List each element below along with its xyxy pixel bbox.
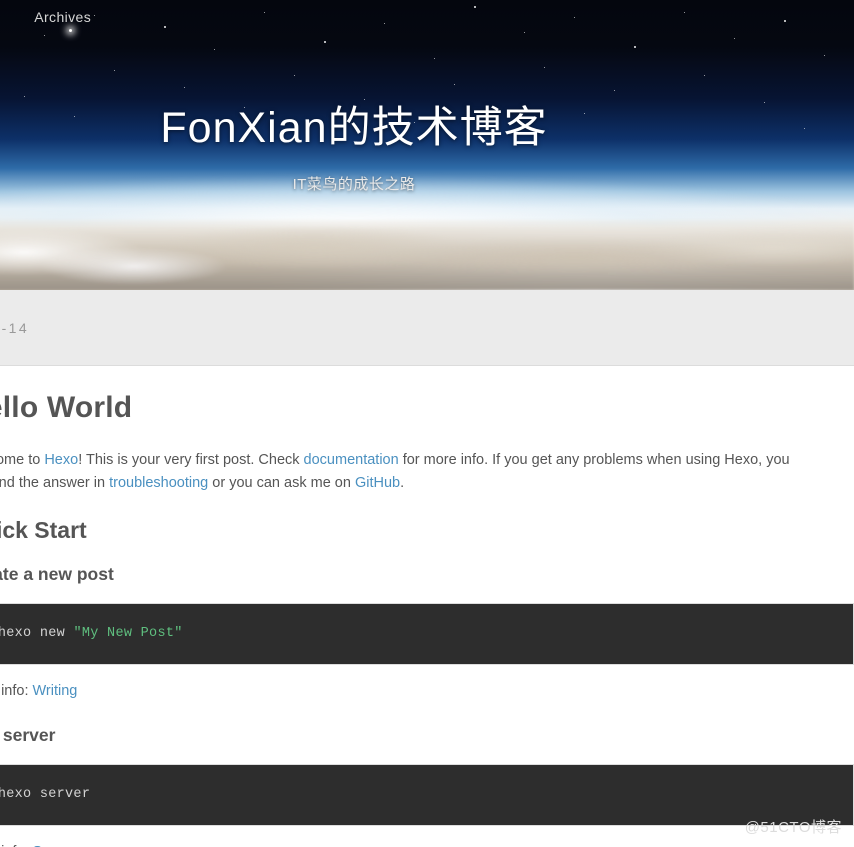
heading-quick-start: Quick Start — [0, 516, 87, 543]
code-block-new-post[interactable]: $ hexo new "My New Post" — [0, 602, 854, 666]
post-date: 5-08-14 — [0, 319, 30, 336]
more-info-writing: More info: Writing — [0, 683, 854, 699]
link-hexo[interactable]: Hexo — [44, 452, 78, 468]
link-documentation[interactable]: documentation — [304, 452, 399, 468]
more-info-writing-label: More info: — [0, 683, 29, 700]
blog-page: me Archives FonXian的技术博客 IT菜鸟的成长之路 5-08-… — [0, 0, 854, 847]
post-title: Hello World — [0, 391, 133, 424]
link-writing[interactable]: Writing — [33, 683, 78, 699]
code-argument: "My New Post" — [73, 625, 183, 641]
nav-item-archives[interactable]: Archives — [34, 9, 91, 25]
intro-text-4: or you can ask me on — [208, 474, 355, 491]
post-intro-paragraph: Welcome to Hexo! This is your very first… — [0, 449, 796, 495]
main-navigation[interactable]: me Archives — [0, 0, 854, 34]
link-github[interactable]: GitHub — [355, 475, 400, 491]
site-banner: me Archives FonXian的技术博客 IT菜鸟的成长之路 — [0, 0, 854, 290]
code-command: hexo server — [0, 787, 91, 803]
post-article: Hello World Welcome to Hexo! This is you… — [0, 366, 854, 847]
intro-text-1: Welcome to — [0, 452, 41, 468]
intro-text-2: ! This is your very first post. Check — [78, 452, 304, 468]
intro-text-5: . — [400, 474, 405, 491]
code-block-run-server[interactable]: $ hexo server — [0, 764, 854, 827]
banner-title-block: FonXian的技术博客 IT菜鸟的成长之路 — [0, 104, 854, 194]
code-command: hexo new — [0, 625, 66, 641]
heading-run-server: Run server — [0, 725, 56, 746]
earth-cloud-band — [0, 220, 854, 290]
heading-create-new-post: Create a new post — [0, 563, 114, 584]
site-subtitle: IT菜鸟的成长之路 — [292, 176, 416, 194]
site-title: FonXian的技术博客 — [160, 104, 548, 152]
link-troubleshooting[interactable]: troubleshooting — [109, 475, 208, 491]
post-meta-bar: 5-08-14 — [0, 290, 854, 366]
